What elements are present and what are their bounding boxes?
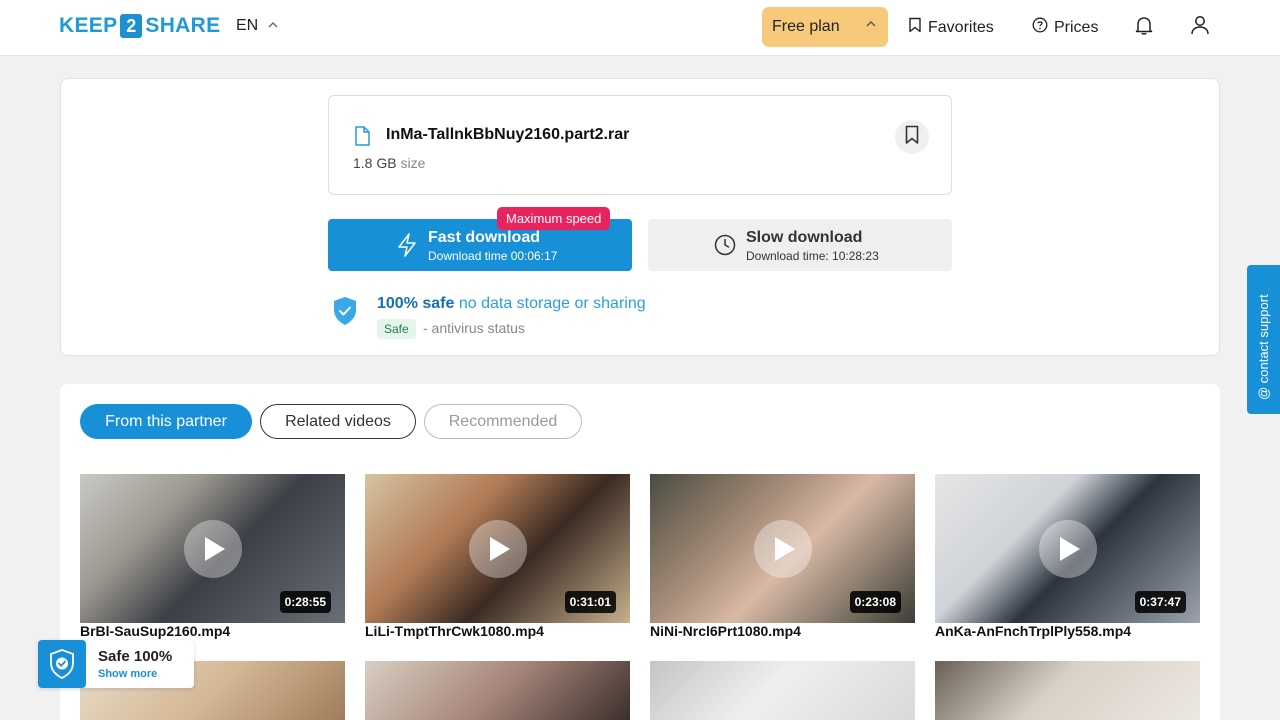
file-size-value: 1.8 GB (353, 155, 397, 171)
video-thumbnail[interactable]: 0:23:08 (650, 474, 915, 623)
favorites-label: Favorites (928, 18, 994, 36)
plan-label: Free plan (772, 18, 840, 35)
shield-check-icon (38, 640, 86, 688)
video-duration: 0:31:01 (564, 591, 616, 613)
logo-text-right: SHARE (145, 14, 221, 37)
play-icon[interactable] (468, 519, 527, 578)
max-speed-badge: Maximum speed (497, 207, 611, 230)
contact-support-text: contact support (1256, 294, 1271, 384)
plan-button[interactable]: Free plan (762, 7, 888, 47)
safety-rest: no data storage or sharing (454, 295, 646, 312)
notifications-button[interactable] (1132, 15, 1156, 39)
safety-statement: 100% safe no data storage or sharing (377, 295, 646, 313)
chevron-up-icon (268, 20, 278, 31)
prices-link[interactable]: Prices (1032, 17, 1098, 38)
video-thumbnail[interactable] (935, 661, 1200, 720)
file-size-label: size (400, 155, 426, 171)
antivirus-safe-badge: Safe (377, 319, 416, 339)
video-duration: 0:28:55 (279, 591, 331, 613)
play-icon[interactable] (753, 519, 812, 578)
keep2share-logo[interactable]: KEEP 2 SHARE (59, 14, 220, 38)
clock-icon (714, 234, 736, 261)
antivirus-status-text: - antivirus status (423, 320, 525, 336)
video-title[interactable]: LiLi-TmptThrCwk1080.mp4 (365, 623, 544, 639)
video-thumbnail[interactable]: 0:31:01 (365, 474, 630, 623)
contact-support-tab[interactable]: @ contact support (1247, 265, 1280, 414)
user-icon (1189, 14, 1211, 41)
account-button[interactable] (1188, 15, 1212, 39)
safe-widget-title: Safe 100% (98, 648, 173, 665)
contact-support-label: @ contact support (1256, 294, 1271, 400)
slow-download-button[interactable]: Slow download Download time: 10:28:23 (648, 219, 952, 271)
video-title[interactable]: BrBl-SauSup2160.mp4 (80, 623, 230, 639)
help-circle-icon (1032, 17, 1048, 38)
chevron-up-icon (866, 19, 876, 30)
show-more-link[interactable]: Show more (98, 668, 157, 680)
logo-text-left: KEEP (59, 14, 118, 37)
shield-check-icon (332, 296, 358, 331)
bookmark-icon (904, 125, 920, 150)
fast-download-title: Fast download (428, 229, 540, 246)
file-icon (353, 126, 371, 151)
tab-related-videos[interactable]: Related videos (260, 404, 416, 439)
top-header: KEEP 2 SHARE EN Free plan Favorites Pric… (0, 0, 1280, 56)
play-icon[interactable] (1038, 519, 1097, 578)
bookmark-icon (908, 17, 922, 38)
tab-from-this-partner[interactable]: From this partner (80, 404, 252, 439)
slow-download-title: Slow download (746, 229, 863, 246)
video-title[interactable]: AnKa-AnFnchTrplPly558.mp4 (935, 623, 1131, 639)
lightning-icon (396, 233, 418, 262)
video-thumbnail[interactable] (650, 661, 915, 720)
video-title[interactable]: NiNi-Nrcl6Prt1080.mp4 (650, 623, 801, 639)
play-icon[interactable] (183, 519, 242, 578)
prices-label: Prices (1054, 18, 1099, 36)
slow-download-time: Download time: 10:28:23 (746, 249, 879, 263)
video-thumbnail[interactable] (365, 661, 630, 720)
video-duration: 0:37:47 (1134, 591, 1186, 613)
file-name: InMa-TallnkBbNuy2160.part2.rar (386, 126, 630, 143)
tab-recommended[interactable]: Recommended (424, 404, 582, 439)
video-duration: 0:23:08 (849, 591, 901, 613)
bell-icon (1133, 14, 1155, 41)
add-favorite-button[interactable] (895, 120, 929, 154)
favorites-link[interactable]: Favorites (908, 17, 994, 38)
file-card: InMa-TallnkBbNuy2160.part2.rar 1.8 GB si… (328, 95, 952, 195)
language-selector[interactable]: EN (236, 17, 278, 35)
video-thumbnail[interactable]: 0:28:55 (80, 474, 345, 623)
logo-badge: 2 (120, 14, 143, 38)
safe-widget[interactable]: Safe 100% Show more (38, 640, 194, 688)
language-label: EN (236, 17, 259, 34)
safety-strong: 100% safe (377, 295, 455, 312)
fast-download-time: Download time 00:06:17 (428, 249, 558, 263)
video-thumbnail[interactable]: 0:37:47 (935, 474, 1200, 623)
file-size: 1.8 GB size (353, 155, 425, 171)
